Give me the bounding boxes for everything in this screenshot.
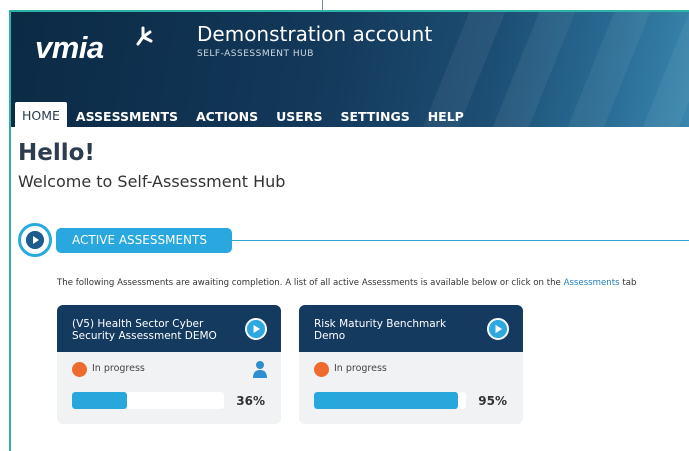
account-title: Demonstration account — [197, 22, 433, 46]
vmia-logo[interactable]: vmia — [35, 30, 104, 66]
status-text: In progress — [92, 363, 145, 374]
status-indicator — [314, 362, 329, 377]
progress-fill — [72, 392, 127, 409]
nav-tab-help[interactable]: HELP — [419, 103, 473, 127]
main-nav: HOME ASSESSMENTS ACTIONS USERS SETTINGS … — [15, 102, 473, 127]
play-icon[interactable] — [487, 318, 509, 340]
status-indicator — [72, 362, 87, 377]
play-icon — [26, 231, 44, 249]
progress-percent: 36% — [236, 394, 265, 408]
status-text: In progress — [334, 363, 387, 374]
assessment-card[interactable]: Risk Maturity Benchmark Demo In progress… — [299, 305, 523, 424]
account-subtitle: SELF-ASSESSMENT HUB — [197, 49, 314, 59]
card-header: (V5) Health Sector Cyber Security Assess… — [57, 305, 281, 352]
nav-tab-users[interactable]: USERS — [267, 103, 331, 127]
progress-bar — [72, 392, 224, 409]
app-header: vmia Demonstration account SELF-ASSESSME… — [11, 12, 689, 127]
assessment-card[interactable]: (V5) Health Sector Cyber Security Assess… — [57, 305, 281, 424]
intro-text-main: The following Assessments are awaiting c… — [57, 278, 564, 288]
intro-text-suffix: tab — [619, 278, 637, 288]
user-icon[interactable] — [252, 360, 268, 378]
nav-tab-home[interactable]: HOME — [15, 102, 67, 127]
greeting-heading: Hello! — [18, 140, 95, 166]
assessments-link[interactable]: Assessments — [564, 278, 620, 288]
card-title[interactable]: Risk Maturity Benchmark Demo — [314, 318, 474, 342]
progress-fill — [314, 392, 459, 409]
progress-percent: 95% — [478, 394, 507, 408]
nav-tab-settings[interactable]: SETTINGS — [331, 103, 418, 127]
play-icon[interactable] — [245, 318, 267, 340]
section-play-button[interactable] — [18, 223, 52, 257]
nav-tab-assessments[interactable]: ASSESSMENTS — [67, 103, 187, 127]
card-header: Risk Maturity Benchmark Demo — [299, 305, 523, 352]
section-divider — [228, 240, 689, 241]
vmia-star-icon — [136, 26, 153, 46]
intro-text: The following Assessments are awaiting c… — [57, 278, 636, 288]
frame-notch — [322, 0, 323, 10]
progress-bar — [314, 392, 466, 409]
section-title-active-assessments: ACTIVE ASSESSMENTS — [56, 228, 232, 253]
nav-tab-actions[interactable]: ACTIONS — [187, 103, 267, 127]
welcome-text: Welcome to Self-Assessment Hub — [18, 172, 286, 191]
card-title[interactable]: (V5) Health Sector Cyber Security Assess… — [72, 318, 232, 342]
